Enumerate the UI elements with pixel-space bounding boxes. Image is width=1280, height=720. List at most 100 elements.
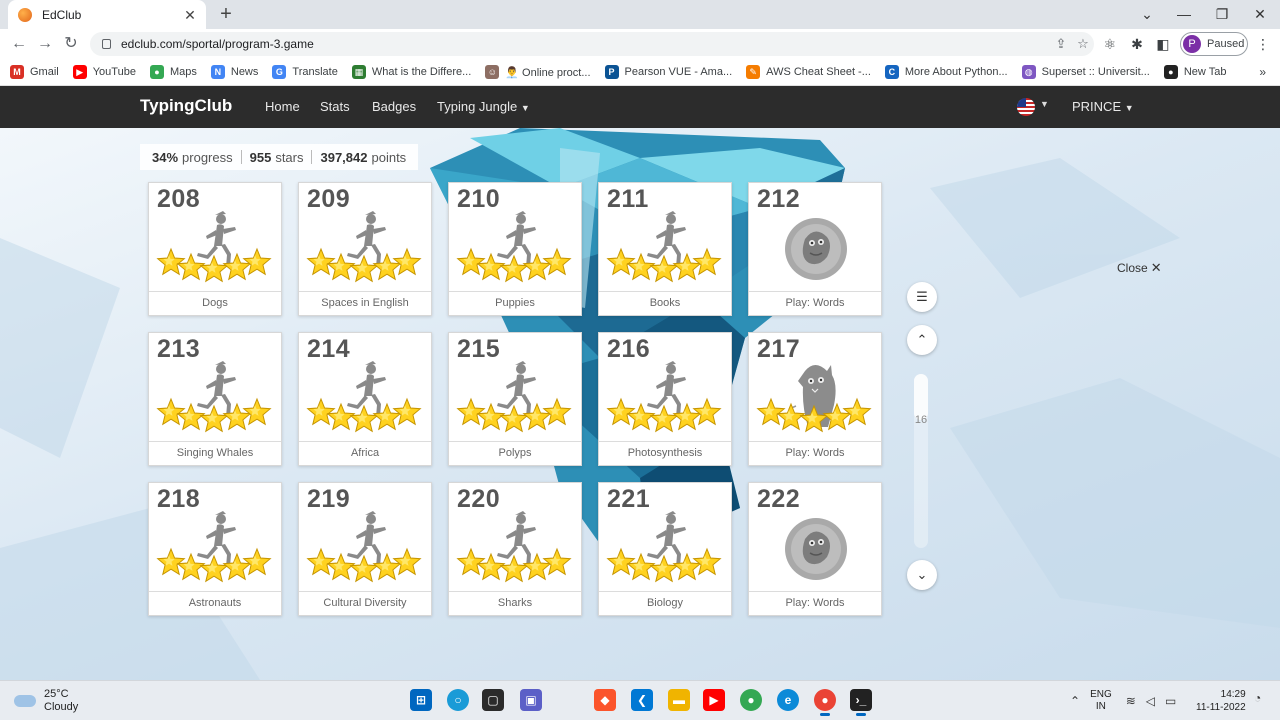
terminal-icon[interactable]: ›_ [850,689,872,716]
bookmark-star-icon[interactable]: ☆ [1072,36,1094,52]
forward-button[interactable]: → [34,33,56,55]
side-panel-icon[interactable]: ◧ [1154,35,1172,53]
lesson-card[interactable]: 211 Books [598,182,732,316]
new-tab-button[interactable]: + [216,4,236,25]
lesson-card[interactable]: 220 Sharks [448,482,582,616]
bookmark-favicon-icon: ▶ [72,65,87,79]
bookmark-item[interactable]: ▶ YouTube [72,65,136,79]
profile-button[interactable]: P Paused [1180,32,1248,56]
search-icon[interactable]: ○ [447,689,469,711]
edge-icon[interactable]: e [777,689,799,711]
lesson-card[interactable]: 215 Polyps [448,332,582,466]
maximize-button[interactable]: ❐ [1210,4,1234,24]
typingclub-logo[interactable]: TypingClub [140,96,232,116]
bookmarks-overflow-icon[interactable]: » [1259,65,1266,79]
menu-hamburger-button[interactable]: ☰ [907,282,937,312]
scroll-down-button[interactable]: ⌄ [907,560,937,590]
task-view-icon[interactable]: ▢ [482,689,504,711]
bookmark-item[interactable]: M Gmail [10,65,59,79]
scroll-up-button[interactable]: ⌃ [907,325,937,355]
lesson-card[interactable]: 210 Puppies [448,182,582,316]
back-button[interactable]: ← [8,33,30,55]
nav-home[interactable]: Home [265,99,300,114]
teams-chat-icon[interactable]: ▣ [520,689,542,711]
windows-start-icon[interactable]: ⊞ [410,689,432,711]
date: 11-11-2022 [1196,702,1246,713]
lesson-card[interactable]: 208 Dogs [148,182,282,316]
close-window-button[interactable]: ✕ [1248,4,1272,24]
language-caret-icon[interactable]: ▼ [1040,99,1049,109]
bookmark-favicon-icon: ● [1163,65,1178,79]
close-icon: ✕ [1150,260,1162,275]
wifi-icon[interactable]: ≋ [1126,694,1136,708]
bookmark-item[interactable]: ◍ Superset :: Universit... [1021,65,1150,79]
time: 14:29 [1220,689,1246,700]
nav-typing-jungle[interactable]: Typing Jungle ▼ [437,99,530,114]
notification-bell-icon[interactable]: ◔ [1254,691,1261,705]
us-flag-icon[interactable] [1017,98,1035,116]
youtube-app-icon[interactable]: ▶ [703,689,725,711]
battery-icon[interactable]: ▭ [1165,694,1176,708]
bookmark-item[interactable]: G Translate [272,65,338,79]
weather-widget[interactable]: 25°C Cloudy [14,688,78,714]
bookmark-label: 👨‍💼 Online proct... [505,66,591,79]
file-explorer-icon[interactable]: ▬ [668,689,690,711]
extensions-puzzle-icon[interactable]: ✱ [1128,35,1146,53]
points-label: points [371,149,407,165]
minimize-button[interactable]: — [1172,4,1196,24]
nav-badges[interactable]: Badges [372,99,416,114]
bookmark-item[interactable]: ▦ What is the Differe... [351,65,472,79]
lesson-card[interactable]: 218 Astronauts [148,482,282,616]
bookmark-favicon-icon: M [10,65,24,79]
bookmark-item[interactable]: ☺ 👨‍💼 Online proct... [485,65,591,79]
divider [311,150,313,164]
lesson-card[interactable]: 212 Play: Words [748,182,882,316]
lesson-card[interactable]: 213 Singing Whales [148,332,282,466]
lesson-card[interactable]: 219 Cultural Diversity [298,482,432,616]
user-menu[interactable]: PRINCE ▼ [1072,99,1134,114]
lesson-title: Books [599,291,731,315]
region-code: IN [1095,701,1106,712]
share-icon[interactable]: ⇪ [1050,36,1072,52]
tab-title: EdClub [42,7,82,22]
nav-stats[interactable]: Stats [320,99,350,114]
system-clock[interactable]: 14:29 11-11-2022 [1196,688,1246,714]
volume-icon[interactable]: ◁ [1146,694,1155,708]
react-devtools-extension-icon[interactable]: ⚛ [1101,35,1119,53]
bookmark-label: What is the Differe... [371,66,472,78]
bookmark-item[interactable]: P Pearson VUE - Ama... [604,65,732,79]
bookmark-item[interactable]: ● New Tab [1163,65,1226,79]
close-tab-icon[interactable]: ✕ [182,7,198,23]
lesson-card[interactable]: 221 Biology [598,482,732,616]
lesson-card[interactable]: 214 Africa [298,332,432,466]
bookmark-item[interactable]: C More About Python... [884,65,1008,79]
address-bar[interactable]: edclub.com/sportal/program-3.game ⇪ ☆ [90,32,1094,56]
points-value: 397,842 [320,149,368,165]
lesson-card[interactable]: 222 Play: Words [748,482,882,616]
bookmark-item[interactable]: ● Maps [149,65,197,79]
bookmark-favicon-icon: G [272,65,287,79]
temperature: 25°C [44,688,69,700]
tray-overflow-chevron-icon[interactable]: ⌃ [1070,694,1080,708]
bookmark-label: Translate [292,66,338,78]
lesson-card[interactable]: 209 Spaces in English [298,182,432,316]
close-button[interactable]: Close ✕ [1117,260,1162,276]
bookmark-label: Superset :: Universit... [1041,66,1150,78]
browser-menu-icon[interactable]: ⋮ [1254,35,1272,53]
reload-button[interactable]: ↻ [60,33,82,55]
language-indicator[interactable]: ENG IN [1090,689,1112,713]
brave-browser-icon[interactable]: ◆ [594,689,616,711]
game-badge-icon [785,518,847,580]
chrome-icon[interactable]: ● [740,689,762,711]
bookmark-item[interactable]: ✎ AWS Cheat Sheet -... [746,65,871,79]
vscode-icon[interactable]: ❮ [631,689,653,711]
lesson-card[interactable]: 217 Play: Words [748,332,882,466]
bookmark-item[interactable]: N News [210,65,258,79]
chrome-active-icon[interactable]: ● [814,689,836,716]
lesson-board: 34% progress 955 stars 397,842 points 20… [0,128,1280,680]
tab-search-chevron-icon[interactable]: ⌄ [1135,4,1159,24]
browser-tab-edclub[interactable]: EdClub ✕ [8,0,206,29]
lesson-card[interactable]: 216 Photosynthesis [598,332,732,466]
lesson-title: Dogs [149,291,281,315]
bookmark-favicon-icon: ☺ [485,65,500,79]
